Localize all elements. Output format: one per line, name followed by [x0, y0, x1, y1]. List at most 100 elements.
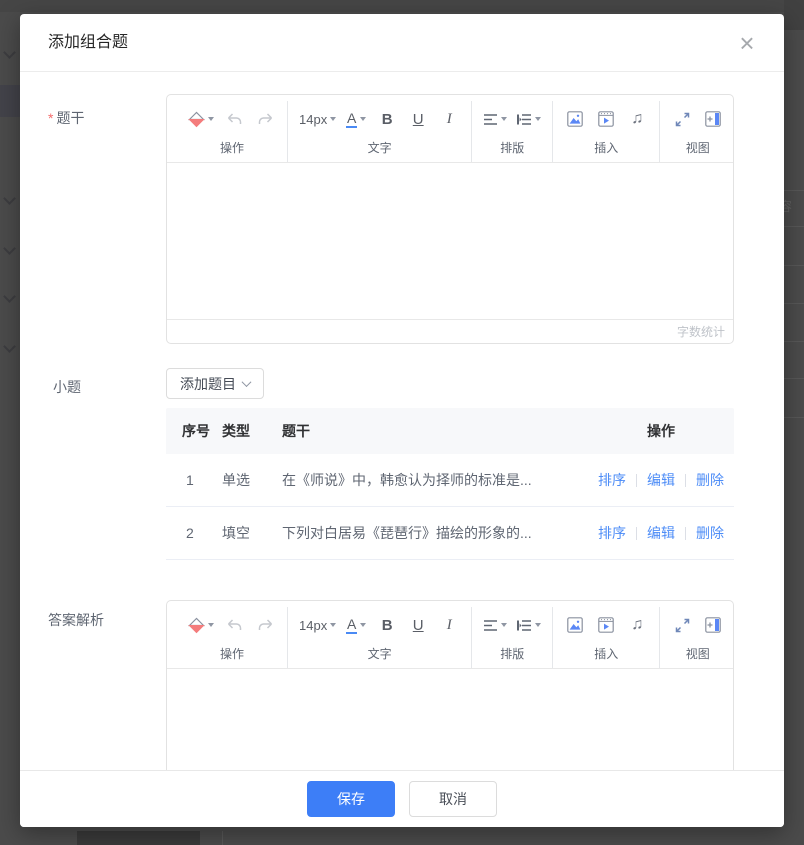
toolbar-group-label: 排版	[500, 643, 524, 668]
table-header-row: 序号 类型 题干 操作	[166, 408, 734, 454]
font-color-icon: A	[346, 111, 357, 128]
font-size-select[interactable]: 14px	[299, 612, 336, 638]
background-chevron-down-icon	[3, 290, 16, 303]
align-left-icon	[483, 113, 498, 126]
italic-button[interactable]: I	[438, 612, 460, 638]
add-question-dropdown-button[interactable]: 添加题目	[166, 368, 264, 399]
split-view-button[interactable]	[702, 106, 724, 132]
indent-select[interactable]	[516, 106, 541, 132]
chevron-down-icon	[535, 117, 541, 121]
align-select[interactable]	[483, 106, 507, 132]
save-button[interactable]: 保存	[307, 781, 395, 817]
analysis-rich-editor: 操作 14px A B U	[166, 600, 734, 770]
background-left-block	[0, 85, 20, 117]
word-count-label[interactable]: 字数统计	[677, 323, 725, 340]
redo-button[interactable]	[254, 612, 276, 638]
underline-button[interactable]: U	[407, 612, 429, 638]
font-color-button[interactable]: A	[345, 612, 367, 638]
insert-image-button[interactable]	[564, 612, 586, 638]
undo-button[interactable]	[223, 612, 245, 638]
sort-link[interactable]: 排序	[598, 523, 626, 543]
stem-field-label-text: 题干	[56, 110, 84, 126]
redo-button[interactable]	[254, 106, 276, 132]
chevron-down-icon	[360, 623, 366, 627]
analysis-editor-content[interactable]	[167, 669, 733, 771]
analysis-label: 答案解析	[48, 610, 104, 630]
add-composite-question-dialog: 添加组合题 × *题干	[20, 14, 784, 827]
stem-field-label: *题干	[48, 108, 84, 128]
split-view-button[interactable]	[702, 612, 724, 638]
stem-rich-editor: 操作 14px A B U	[166, 94, 734, 344]
background-row-line	[783, 303, 804, 304]
insert-image-button[interactable]	[564, 106, 586, 132]
undo-icon	[226, 618, 243, 633]
align-left-icon	[483, 619, 498, 632]
bold-icon: B	[382, 617, 393, 634]
toolbar-group-label: 文字	[368, 137, 392, 162]
bold-button[interactable]: B	[376, 612, 398, 638]
image-icon	[567, 111, 583, 127]
undo-button[interactable]	[223, 106, 245, 132]
fullscreen-button[interactable]	[671, 106, 693, 132]
font-color-button[interactable]: A	[345, 106, 367, 132]
background-top-strip	[0, 0, 804, 12]
underline-button[interactable]: U	[407, 106, 429, 132]
toolbar-group-label: 排版	[500, 137, 524, 162]
cancel-button[interactable]: 取消	[409, 781, 497, 817]
indent-select[interactable]	[516, 612, 541, 638]
align-select[interactable]	[483, 612, 507, 638]
close-icon[interactable]: ×	[732, 28, 762, 58]
toolbar-group-label: 文字	[368, 643, 392, 668]
eraser-button[interactable]	[188, 612, 214, 638]
background-row-line	[783, 417, 804, 418]
background-row-line	[783, 378, 804, 379]
background-chevron-down-icon	[3, 340, 16, 353]
chevron-down-icon	[360, 117, 366, 121]
edit-link[interactable]: 编辑	[647, 470, 675, 490]
background-chevron-down-icon	[3, 192, 16, 205]
insert-video-button[interactable]	[595, 106, 617, 132]
table-row: 2 填空 下列对白居易《琵琶行》描绘的形象的... 排序 编辑 删除	[166, 507, 734, 560]
underline-icon: U	[413, 111, 424, 128]
eraser-button[interactable]	[188, 106, 214, 132]
delete-link[interactable]: 删除	[696, 470, 724, 490]
editor-toolbar: 操作 14px A B U	[167, 95, 733, 163]
column-header-action: 操作	[588, 421, 734, 441]
chevron-down-icon	[501, 117, 507, 121]
background-row-line	[783, 226, 804, 227]
toolbar-group-view: 视图	[660, 607, 735, 668]
column-header-stem: 题干	[282, 421, 588, 441]
cell-no: 1	[166, 472, 222, 488]
redo-icon	[257, 618, 274, 633]
chevron-down-icon	[330, 623, 336, 627]
editor-toolbar: 操作 14px A B U	[167, 601, 733, 669]
split-view-icon	[705, 617, 721, 633]
stem-editor-content[interactable]	[167, 163, 733, 319]
fullscreen-icon	[675, 618, 690, 633]
bold-button[interactable]: B	[376, 106, 398, 132]
font-color-icon: A	[346, 617, 357, 634]
toolbar-group-insert: ♫ 插入	[553, 101, 660, 162]
fullscreen-button[interactable]	[671, 612, 693, 638]
chevron-down-icon	[242, 377, 252, 387]
chevron-down-icon	[501, 623, 507, 627]
edit-link[interactable]: 编辑	[647, 523, 675, 543]
video-icon	[598, 111, 614, 127]
background-row-line	[783, 265, 804, 266]
font-size-select[interactable]: 14px	[299, 106, 336, 132]
toolbar-group-text: 14px A B U I	[288, 607, 472, 668]
toolbar-group-label: 操作	[220, 643, 244, 668]
insert-audio-button[interactable]: ♫	[626, 612, 648, 638]
insert-audio-button[interactable]: ♫	[626, 106, 648, 132]
chevron-down-icon	[330, 117, 336, 121]
insert-video-button[interactable]	[595, 612, 617, 638]
toolbar-group-layout: 排版	[472, 101, 553, 162]
toolbar-group-layout: 排版	[472, 607, 553, 668]
delete-link[interactable]: 删除	[696, 523, 724, 543]
column-header-type: 类型	[222, 421, 282, 441]
sort-link[interactable]: 排序	[598, 470, 626, 490]
italic-button[interactable]: I	[438, 106, 460, 132]
background-chevron-down-icon	[3, 242, 16, 255]
subquestions-table: 序号 类型 题干 操作 1 单选 在《师说》中，韩愈认为择师的标准是... 排序…	[166, 408, 734, 560]
italic-icon: I	[447, 111, 452, 128]
